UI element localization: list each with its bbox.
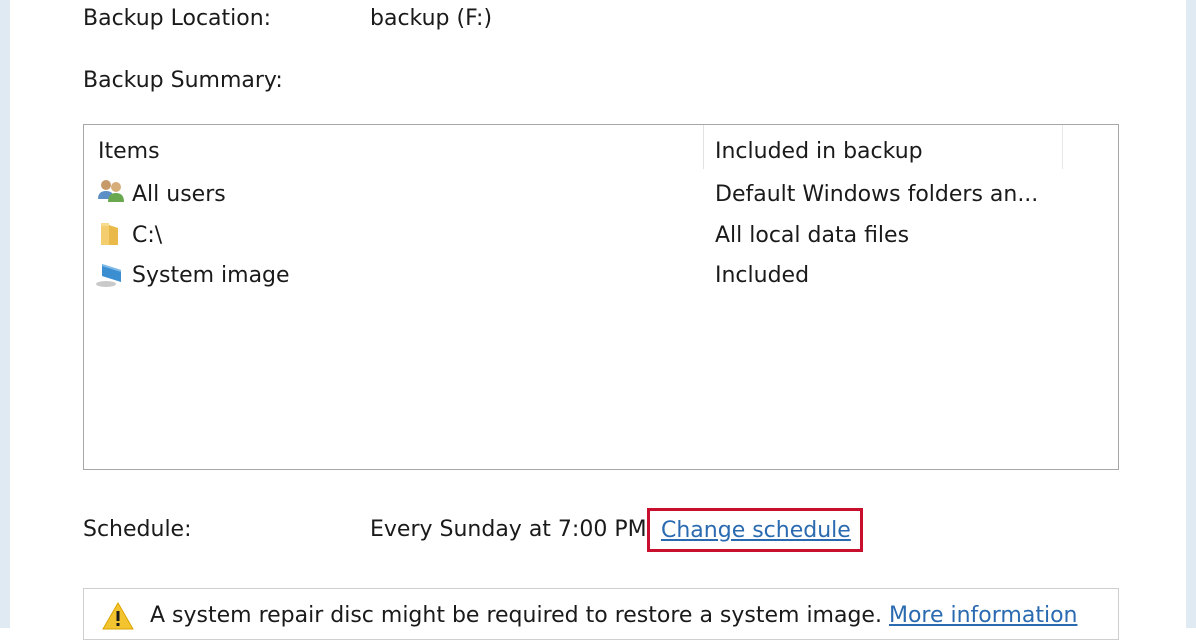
backup-summary-label: Backup Summary: (83, 68, 283, 93)
backup-location-value: backup (F:) (370, 6, 493, 31)
system-image-icon (96, 264, 121, 287)
warning-banner: A system repair disc might be required t… (83, 588, 1119, 640)
change-schedule-link[interactable]: Change schedule (661, 516, 851, 546)
folder-icon (101, 223, 118, 245)
schedule-label: Schedule: (83, 517, 192, 542)
column-header-included[interactable]: Included in backup (715, 137, 923, 167)
window-frame-left (0, 0, 10, 628)
schedule-value: Every Sunday at 7:00 PM (370, 517, 647, 542)
row-included-all-users: Default Windows folders an... (715, 182, 1039, 207)
warning-icon (102, 601, 134, 630)
backup-summary-list[interactable]: Items Included in backup All users Defau… (83, 124, 1119, 470)
warning-text-line: A system repair disc might be required t… (150, 601, 1077, 631)
row-included-system-image: Included (715, 263, 810, 288)
column-divider-end[interactable] (1062, 125, 1063, 169)
warning-text: A system repair disc might be required t… (150, 603, 882, 628)
more-information-link[interactable]: More information (889, 603, 1078, 628)
column-header-items[interactable]: Items (98, 137, 160, 167)
row-item-all-users: All users (132, 182, 226, 207)
backup-location-label: Backup Location: (83, 6, 272, 31)
window-frame-right (1186, 0, 1196, 628)
row-item-system-image: System image (132, 263, 290, 288)
column-divider[interactable] (703, 125, 704, 169)
users-icon (98, 180, 124, 202)
change-schedule-highlight: Change schedule (647, 508, 863, 552)
row-included-c-drive: All local data files (715, 223, 910, 248)
row-item-c-drive: C:\ (132, 223, 163, 248)
